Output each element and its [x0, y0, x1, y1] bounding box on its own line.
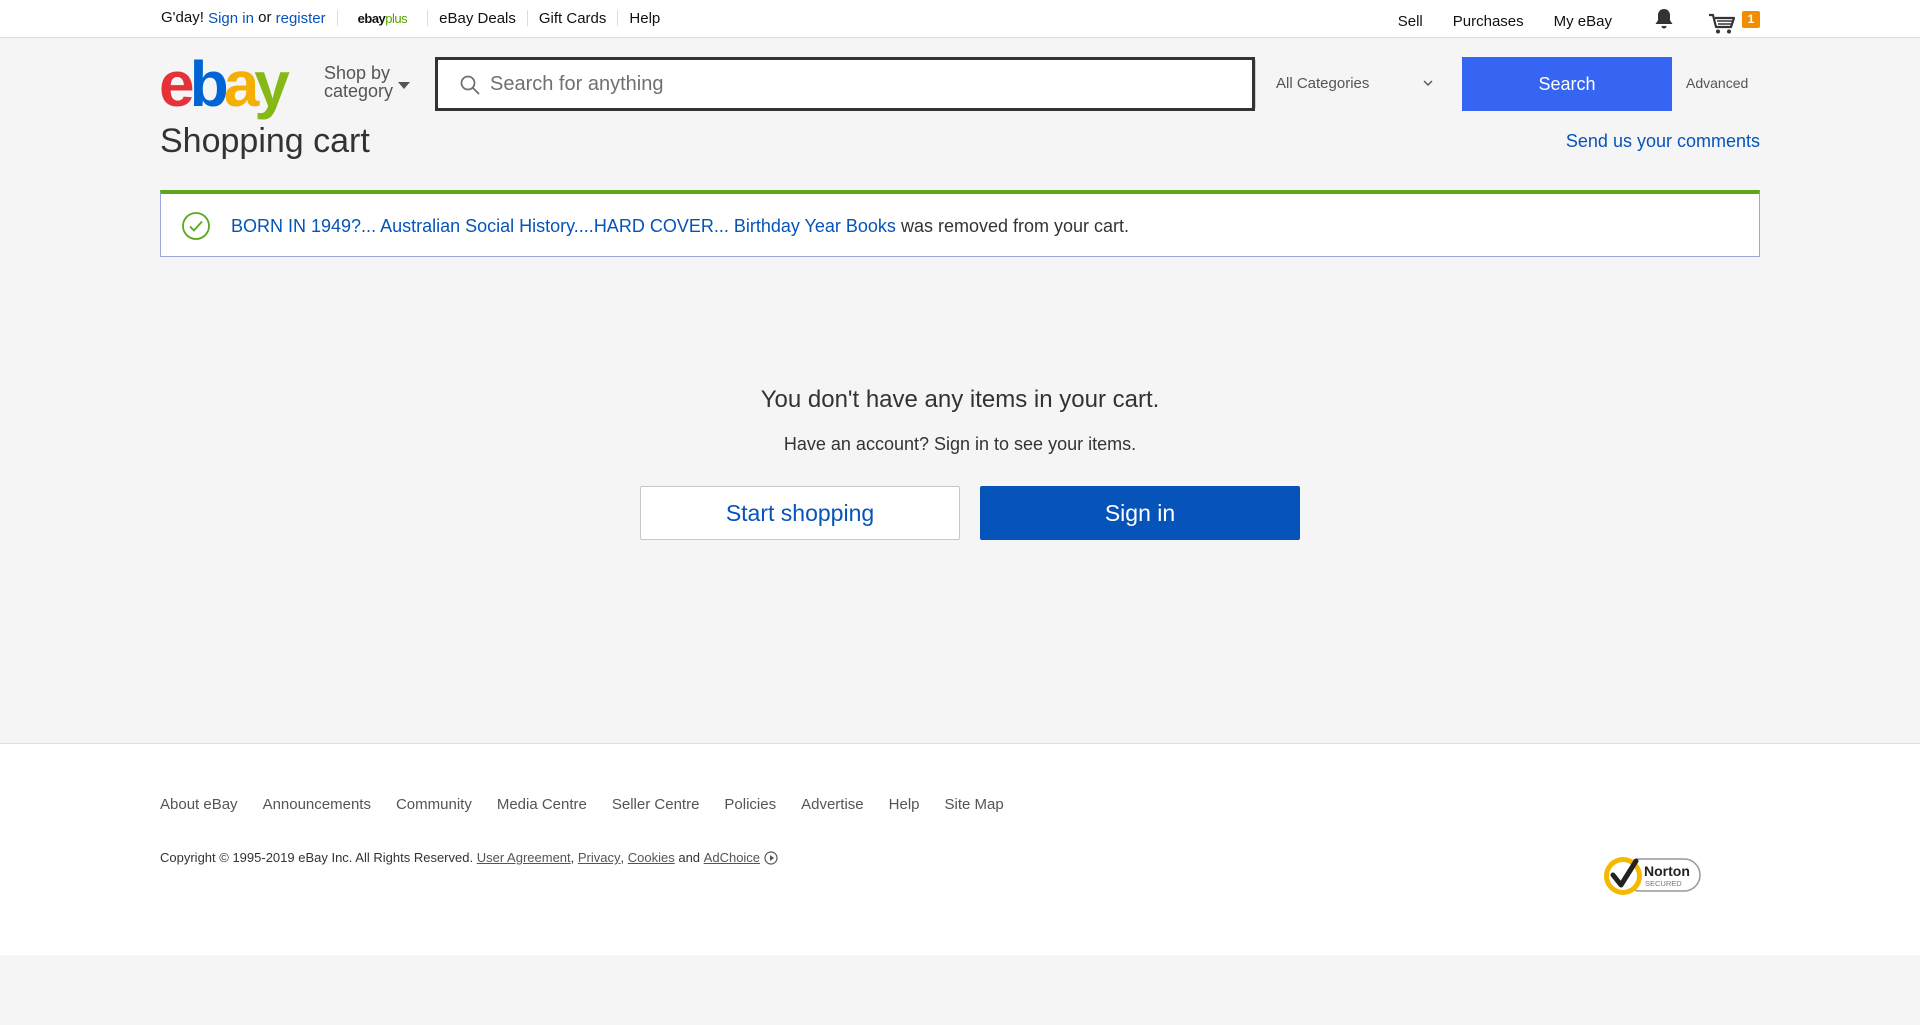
adchoice-info-icon[interactable]: [764, 850, 778, 865]
footer-link[interactable]: Media Centre: [497, 796, 587, 813]
start-shopping-button[interactable]: Start shopping: [640, 486, 960, 540]
footer: About eBay Announcements Community Media…: [0, 743, 1920, 955]
user-agreement-link[interactable]: User Agreement: [477, 850, 571, 865]
and-text: and: [678, 850, 701, 865]
footer-link[interactable]: Site Map: [945, 796, 1004, 813]
logo-letter: b: [189, 48, 229, 120]
purchases-link[interactable]: Purchases: [1453, 12, 1524, 32]
cart-icon: [1709, 13, 1736, 34]
send-comments-link[interactable]: Send us your comments: [1566, 131, 1760, 152]
copyright-line: Copyright © 1995-2019 eBay Inc. All Righ…: [160, 850, 778, 865]
category-label: category: [324, 81, 394, 101]
register-link[interactable]: register: [276, 10, 326, 27]
empty-cart-subtitle: Have an account? Sign in to see your ite…: [783, 434, 1137, 454]
gift-cards-link[interactable]: Gift Cards: [539, 10, 607, 27]
footer-link[interactable]: Help: [889, 796, 920, 813]
shop-by-label: Shop by: [324, 63, 391, 83]
footer-link[interactable]: Community: [396, 796, 472, 813]
topbar-right: Sell Purchases My eBay 1: [1368, 8, 1760, 36]
notice-message: was removed from your cart.: [895, 216, 1130, 236]
ebay-plus-logo-a: ebay: [357, 10, 386, 26]
checkmark-circle-icon: [182, 212, 210, 240]
footer-link[interactable]: Announcements: [263, 796, 371, 813]
norton-title: Norton: [1644, 863, 1690, 879]
notice-text: BORN IN 1949?... Australian Social Histo…: [231, 216, 1129, 237]
notification-bell-icon[interactable]: [1654, 8, 1674, 36]
divider: [617, 10, 619, 26]
search-bar: All Categories: [435, 57, 1433, 111]
search-icon: [460, 75, 480, 95]
sell-link[interactable]: Sell: [1398, 12, 1423, 32]
sign-in-button[interactable]: Sign in: [980, 486, 1300, 540]
help-link[interactable]: Help: [629, 10, 660, 27]
cart-button[interactable]: 1: [1708, 11, 1760, 34]
category-select-value: All Categories: [1276, 75, 1370, 92]
removed-item-notice: BORN IN 1949?... Australian Social Histo…: [160, 190, 1760, 257]
category-select[interactable]: All Categories: [1255, 60, 1455, 108]
ebay-plus-logo-b: plus: [385, 10, 408, 26]
divider: [427, 10, 429, 26]
ebay-plus-link[interactable]: ebayplus: [358, 11, 408, 26]
ebay-logo[interactable]: ebay: [159, 48, 290, 120]
search-button[interactable]: Search: [1462, 57, 1672, 111]
removed-item-link[interactable]: BORN IN 1949?... Australian Social Histo…: [231, 216, 896, 236]
top-utility-bar: G'day! Sign in or register ebayplus eBay…: [0, 0, 1920, 38]
greeting-text: G'day!: [161, 9, 204, 26]
advanced-search-link[interactable]: Advanced: [1686, 75, 1748, 91]
footer-links: About eBay Announcements Community Media…: [160, 796, 1029, 813]
cart-count-badge: 1: [1742, 11, 1760, 28]
footer-link[interactable]: Seller Centre: [612, 796, 700, 813]
logo-letter: a: [223, 48, 260, 120]
cookies-link[interactable]: Cookies: [628, 850, 675, 865]
empty-cart-title: You don't have any items in your cart.: [760, 386, 1160, 413]
or-text: or: [258, 9, 272, 26]
shop-by-category-button[interactable]: Shop by category: [324, 64, 393, 100]
search-input[interactable]: [490, 60, 1210, 108]
ebay-deals-link[interactable]: eBay Deals: [439, 10, 516, 27]
norton-secured-badge-icon[interactable]: Norton SECURED: [1602, 854, 1702, 898]
copyright-text: Copyright © 1995-2019 eBay Inc. All Righ…: [160, 850, 474, 865]
chevron-down-icon: [1423, 80, 1433, 86]
divider: [336, 10, 338, 26]
signin-link[interactable]: Sign in: [208, 10, 254, 27]
privacy-link[interactable]: Privacy: [578, 850, 621, 865]
footer-link[interactable]: Advertise: [801, 796, 864, 813]
norton-subtitle: SECURED: [1645, 879, 1682, 888]
topbar-left: G'day! Sign in or register ebayplus eBay…: [161, 9, 660, 27]
caret-down-icon[interactable]: [398, 82, 410, 89]
page-title: Shopping cart: [160, 122, 370, 160]
divider: [526, 10, 528, 26]
footer-link[interactable]: Policies: [724, 796, 776, 813]
my-ebay-link[interactable]: My eBay: [1554, 12, 1612, 32]
logo-letter: y: [254, 48, 290, 120]
adchoice-link[interactable]: AdChoice: [704, 850, 760, 865]
logo-letter: e: [159, 48, 195, 120]
footer-link[interactable]: About eBay: [160, 796, 238, 813]
